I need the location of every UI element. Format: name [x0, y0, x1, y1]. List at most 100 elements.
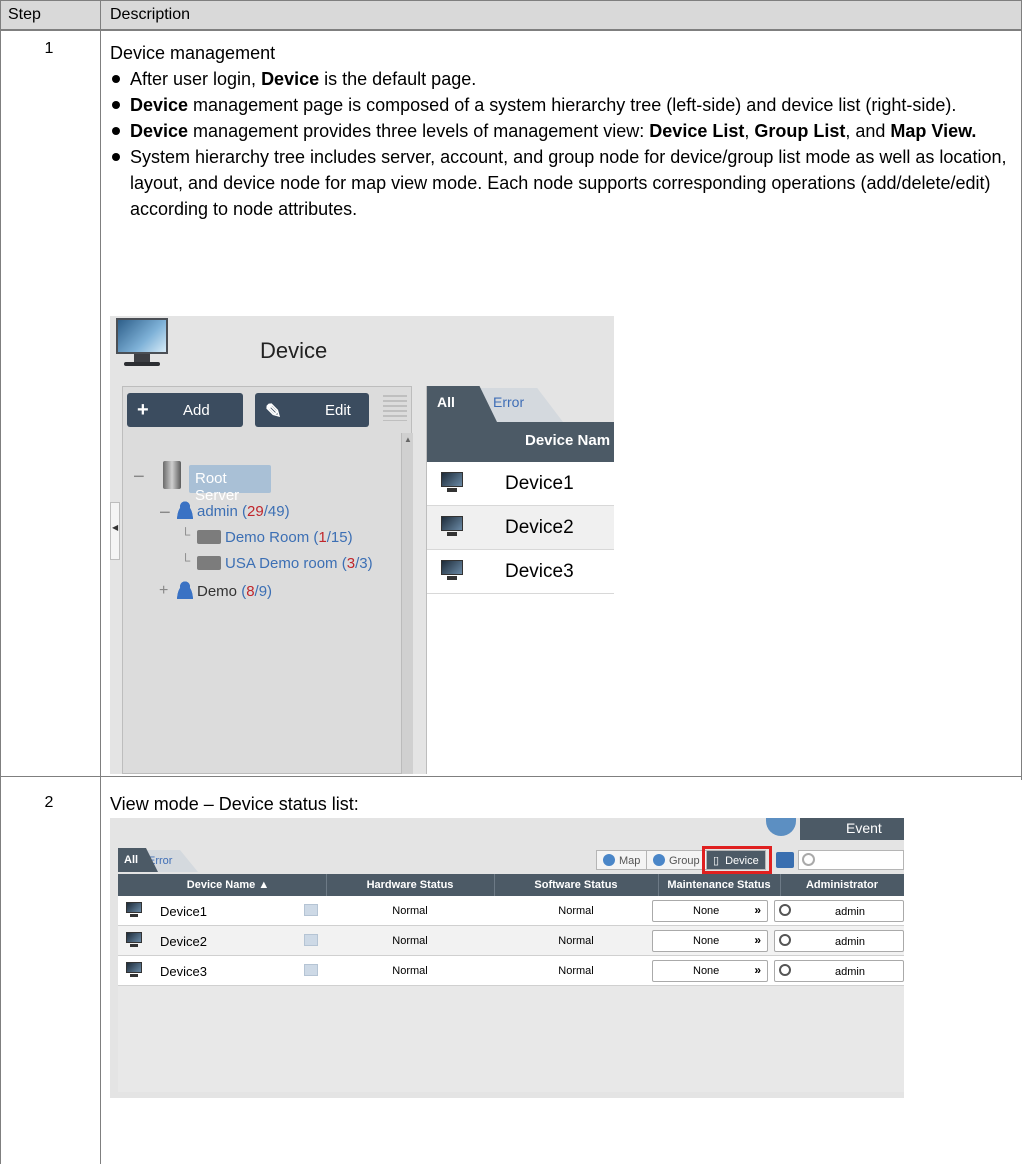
hierarchy-tree: − Root Server − admin (29/49) └ Demo Roo…	[129, 431, 397, 774]
search-icon	[779, 964, 791, 976]
chat-bubble-icon[interactable]	[766, 818, 796, 836]
map-view-button[interactable]: Map	[596, 850, 648, 870]
device-list-panel: Error All Device Nam Device1 Device2 Dev…	[426, 386, 614, 774]
table-row[interactable]: Device3	[427, 550, 614, 594]
bullet-item: System hierarchy tree includes server, a…	[110, 144, 1020, 222]
monitor-icon	[441, 560, 463, 582]
header-step: Step	[8, 6, 41, 23]
column-device-name[interactable]: Device Name ▲	[158, 879, 298, 891]
document-table: Step Description 1 Device management Aft…	[0, 0, 1022, 1164]
tree-node-root-server[interactable]: Root Server	[189, 465, 271, 504]
column-maintenance-status[interactable]: Maintenance Status	[658, 879, 780, 891]
server-icon	[163, 461, 181, 489]
device-page-screenshot: Device + Add ✎ Edit − Root Server − admi…	[110, 316, 614, 774]
search-icon	[779, 904, 791, 916]
remote-screen-icon[interactable]	[304, 964, 318, 976]
table-row[interactable]: Device2 Normal Normal None» admin	[118, 926, 904, 956]
administrator-field[interactable]: admin	[774, 900, 904, 922]
user-icon	[175, 581, 195, 599]
remote-screen-icon[interactable]	[304, 934, 318, 946]
column-hardware-status[interactable]: Hardware Status	[326, 879, 494, 891]
maintenance-status-select[interactable]: None»	[652, 930, 768, 952]
monitor-icon	[126, 902, 142, 918]
device-name: Device2	[505, 517, 574, 538]
maintenance-status-select[interactable]: None»	[652, 900, 768, 922]
highlight-frame	[702, 846, 772, 874]
collapse-icon[interactable]: −	[133, 467, 145, 487]
step-description: View mode – Device status list:	[110, 794, 359, 814]
tree-connector: └	[181, 553, 191, 568]
scroll-up-icon[interactable]: ▲	[404, 435, 412, 444]
header-divider	[0, 30, 1022, 31]
panel-collapse-handle[interactable]: ◀	[110, 502, 120, 560]
search-input[interactable]	[798, 850, 904, 870]
double-chevron-down-icon: »	[754, 963, 761, 977]
tree-node-demo[interactable]: Demo (8/9)	[175, 581, 272, 600]
user-icon	[175, 501, 195, 519]
chevron-left-icon: ◀	[112, 523, 119, 532]
folder-icon	[197, 556, 221, 570]
table-row[interactable]: Device2	[427, 506, 614, 550]
collapse-icon[interactable]: −	[159, 503, 171, 523]
tree-node-demo-room[interactable]: Demo Room (1/15)	[197, 529, 353, 546]
tree-node-usa-demo-room[interactable]: USA Demo room (3/3)	[197, 555, 373, 572]
monitor-icon	[126, 932, 142, 948]
group-icon	[653, 854, 665, 866]
expand-icon[interactable]: +	[159, 583, 168, 599]
edit-label: Edit	[325, 402, 351, 419]
table-row[interactable]: Device1	[427, 462, 614, 506]
software-status: Normal	[558, 905, 594, 917]
column-software-status[interactable]: Software Status	[494, 879, 658, 891]
administrator-field[interactable]: admin	[774, 960, 904, 982]
table-row[interactable]: Device1 Normal Normal None» admin	[118, 896, 904, 926]
add-button[interactable]: + Add	[127, 393, 243, 427]
hardware-status: Normal	[392, 905, 428, 917]
group-view-button[interactable]: Group	[646, 850, 707, 870]
bullet-item: Device management page is composed of a …	[110, 92, 1020, 118]
row-divider	[0, 776, 1022, 777]
tab-bar: Error All	[427, 386, 614, 422]
folder-icon	[197, 530, 221, 544]
device-name: Device1	[160, 904, 207, 919]
step-description: Device management After user login, Devi…	[110, 40, 1020, 222]
header-description: Description	[110, 6, 191, 23]
column-administrator[interactable]: Administrator	[780, 879, 904, 891]
device-monitor-icon	[114, 318, 170, 368]
step-number: 1	[44, 40, 54, 57]
print-icon[interactable]	[776, 852, 794, 868]
double-chevron-down-icon: »	[754, 903, 761, 917]
table-row[interactable]: Device3 Normal Normal None» admin	[118, 956, 904, 986]
step-number: 2	[44, 794, 54, 811]
tree-connector: └	[181, 527, 191, 542]
administrator-field[interactable]: admin	[774, 930, 904, 952]
search-icon	[802, 853, 815, 866]
device-name: Device2	[160, 934, 207, 949]
event-button[interactable]: Event	[800, 818, 904, 840]
edit-button[interactable]: ✎ Edit	[255, 393, 369, 427]
monitor-icon	[441, 516, 463, 538]
hardware-status: Normal	[392, 935, 428, 947]
maintenance-status-select[interactable]: None»	[652, 960, 768, 982]
table-border-left	[0, 0, 1, 1164]
column-header-device-name[interactable]: Device Nam	[427, 422, 614, 462]
bullet-item: Device management provides three levels …	[110, 118, 1020, 144]
table-column-divider	[100, 0, 101, 1164]
section-title: Device management	[110, 43, 276, 63]
bullet-list: After user login, Device is the default …	[110, 66, 1020, 222]
remote-screen-icon[interactable]	[304, 904, 318, 916]
plus-icon: +	[137, 399, 149, 421]
monitor-icon	[126, 962, 142, 978]
monitor-icon	[441, 472, 463, 494]
pencil-icon: ✎	[265, 401, 282, 423]
device-name: Device3	[160, 964, 207, 979]
list-view-icon[interactable]	[383, 395, 407, 421]
tree-scrollbar[interactable]: ▲	[401, 433, 413, 774]
device-name: Device1	[505, 473, 574, 494]
search-icon	[779, 934, 791, 946]
bullet-item: After user login, Device is the default …	[110, 66, 1020, 92]
device-name: Device3	[505, 561, 574, 582]
double-chevron-down-icon: »	[754, 933, 761, 947]
status-table-body: Device1 Normal Normal None» admin Device…	[118, 896, 904, 1092]
globe-icon	[603, 854, 615, 866]
tree-node-admin[interactable]: admin (29/49)	[175, 501, 290, 520]
